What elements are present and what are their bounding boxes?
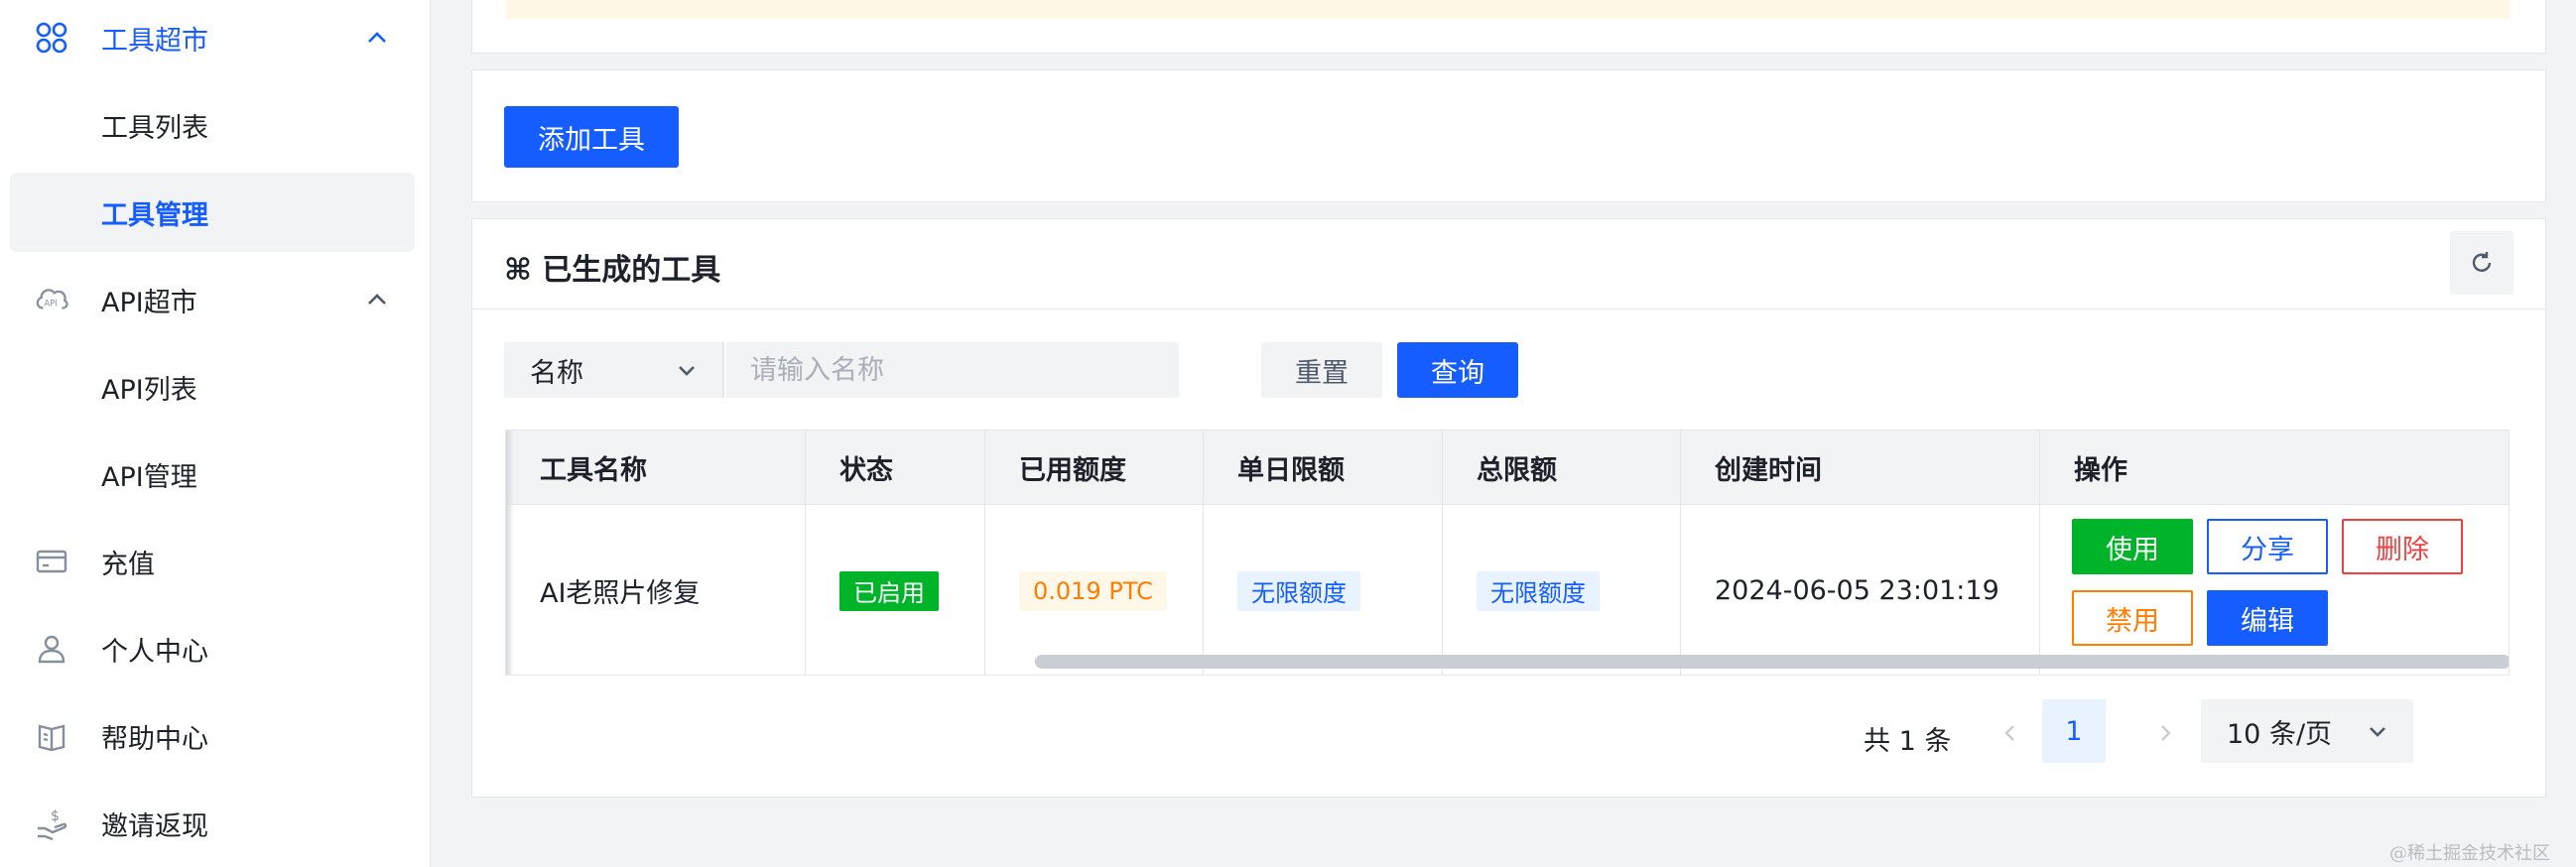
next-page-icon[interactable] <box>2151 719 2179 747</box>
search-input[interactable] <box>726 342 1179 398</box>
sidebar-item-personal-center[interactable]: 个人中心 <box>10 609 415 688</box>
book-icon <box>34 718 69 754</box>
used-quota-tag: 0.019 PTC <box>1019 570 1167 611</box>
share-button[interactable]: 分享 <box>2207 519 2328 574</box>
refresh-button[interactable] <box>2450 231 2513 295</box>
total-limit-tag: 无限额度 <box>1477 570 1600 611</box>
sidebar-item-label: API管理 <box>101 461 197 493</box>
chevron-down-icon <box>2370 727 2385 737</box>
cell-total-limit: 无限额度 <box>1443 505 1681 675</box>
reset-button[interactable]: 重置 <box>1261 342 1382 398</box>
cashback-icon: $ <box>34 805 69 841</box>
chevron-up-icon <box>368 294 386 305</box>
sidebar-item-tool-market[interactable]: 工具超市 <box>10 0 415 77</box>
sidebar-item-label: API超市 <box>101 287 197 318</box>
prev-page-icon[interactable] <box>1996 719 2024 747</box>
field-select[interactable]: 名称 <box>504 342 724 398</box>
sidebar-item-label: 个人中心 <box>101 636 208 668</box>
sidebar-item-tool-list[interactable]: 工具列表 <box>10 85 415 165</box>
fixed-column-shadow <box>506 431 514 675</box>
sidebar-item-api-list[interactable]: API列表 <box>10 347 415 427</box>
card-title: ⌘ 已生成的工具 <box>504 253 721 288</box>
created-time: 2024-06-05 23:01:19 <box>1715 575 1999 606</box>
svg-text:API: API <box>44 300 57 310</box>
notice-bar <box>506 0 2511 19</box>
tools-table: 工具名称 状态 已用额度 单日限额 总限额 创建时间 操作 AI老照片修复 已启… <box>505 430 2510 676</box>
sidebar-item-api-market[interactable]: API API超市 <box>10 260 415 339</box>
sidebar-item-label: 邀请返现 <box>101 810 208 842</box>
sidebar-item-label: 工具管理 <box>101 199 208 231</box>
horizontal-scrollbar[interactable] <box>1035 655 2509 669</box>
query-button[interactable]: 查询 <box>1397 342 1518 398</box>
status-badge: 已启用 <box>839 570 939 611</box>
chevron-down-icon <box>679 366 695 376</box>
sidebar-item-label: 工具列表 <box>101 112 208 144</box>
notice-panel <box>471 0 2546 54</box>
sidebar-item-label: 充值 <box>101 549 155 580</box>
sidebar-item-label: API列表 <box>101 374 197 406</box>
divider <box>472 309 2545 310</box>
daily-limit-tag: 无限额度 <box>1237 570 1360 611</box>
field-select-value: 名称 <box>530 357 583 389</box>
sidebar-item-label: 工具超市 <box>101 25 208 57</box>
watermark: @稀土掘金技术社区 <box>2389 843 2550 864</box>
sidebar-item-tool-management[interactable]: 工具管理 <box>10 173 415 252</box>
sidebar: 工具超市 工具列表 工具管理 API API超市 API列表 API管理 充值 <box>0 0 431 867</box>
header-tool-name: 工具名称 <box>506 431 806 504</box>
tool-name: AI老照片修复 <box>540 578 701 609</box>
cell-tool-name: AI老照片修复 <box>506 505 806 675</box>
toolbar-panel: 添加工具 <box>471 69 2546 202</box>
page-size-select[interactable]: 10 条/页 <box>2201 699 2413 763</box>
edit-button[interactable]: 编辑 <box>2207 590 2328 646</box>
pagination-total: 共 1 条 <box>1864 726 1952 757</box>
sidebar-item-api-management[interactable]: API管理 <box>10 434 415 514</box>
sidebar-item-recharge[interactable]: 充值 <box>10 522 415 601</box>
user-icon <box>34 631 69 667</box>
header-used-quota: 已用额度 <box>985 431 1204 504</box>
delete-button[interactable]: 删除 <box>2342 519 2463 574</box>
refresh-icon <box>2472 252 2492 272</box>
cell-used-quota: 0.019 PTC <box>985 505 1204 675</box>
chevron-up-icon <box>368 32 386 43</box>
apps-icon <box>34 20 69 56</box>
cell-status: 已启用 <box>806 505 985 675</box>
table-header: 工具名称 状态 已用额度 单日限额 总限额 创建时间 操作 <box>506 431 2509 505</box>
cell-actions: 使用 分享 删除 禁用 编辑 <box>2040 505 2509 675</box>
header-daily-limit: 单日限额 <box>1204 431 1443 504</box>
cell-created-time: 2024-06-05 23:01:19 <box>1681 505 2040 675</box>
sidebar-item-invite-cashback[interactable]: $ 邀请返现 <box>10 784 415 863</box>
disable-button[interactable]: 禁用 <box>2072 590 2193 646</box>
tools-card: ⌘ 已生成的工具 名称 重置 查询 工具名称 状态 已用额度 单日限额 总限额 … <box>471 218 2546 798</box>
use-button[interactable]: 使用 <box>2072 519 2193 574</box>
sidebar-item-label: 帮助中心 <box>101 723 208 755</box>
header-actions: 操作 <box>2074 454 2127 486</box>
cell-daily-limit: 无限额度 <box>1204 505 1443 675</box>
header-status: 状态 <box>806 431 985 504</box>
page-size-value: 10 条/页 <box>2227 718 2333 750</box>
sidebar-item-help-center[interactable]: 帮助中心 <box>10 696 415 776</box>
header-total-limit: 总限额 <box>1443 431 1681 504</box>
pagination-page-current[interactable]: 1 <box>2042 699 2106 763</box>
header-created-time: 创建时间 <box>1681 431 2040 504</box>
add-tool-button[interactable]: 添加工具 <box>504 106 679 168</box>
api-cloud-icon: API <box>34 282 69 317</box>
card-icon <box>34 544 69 579</box>
svg-text:$: $ <box>51 808 60 824</box>
